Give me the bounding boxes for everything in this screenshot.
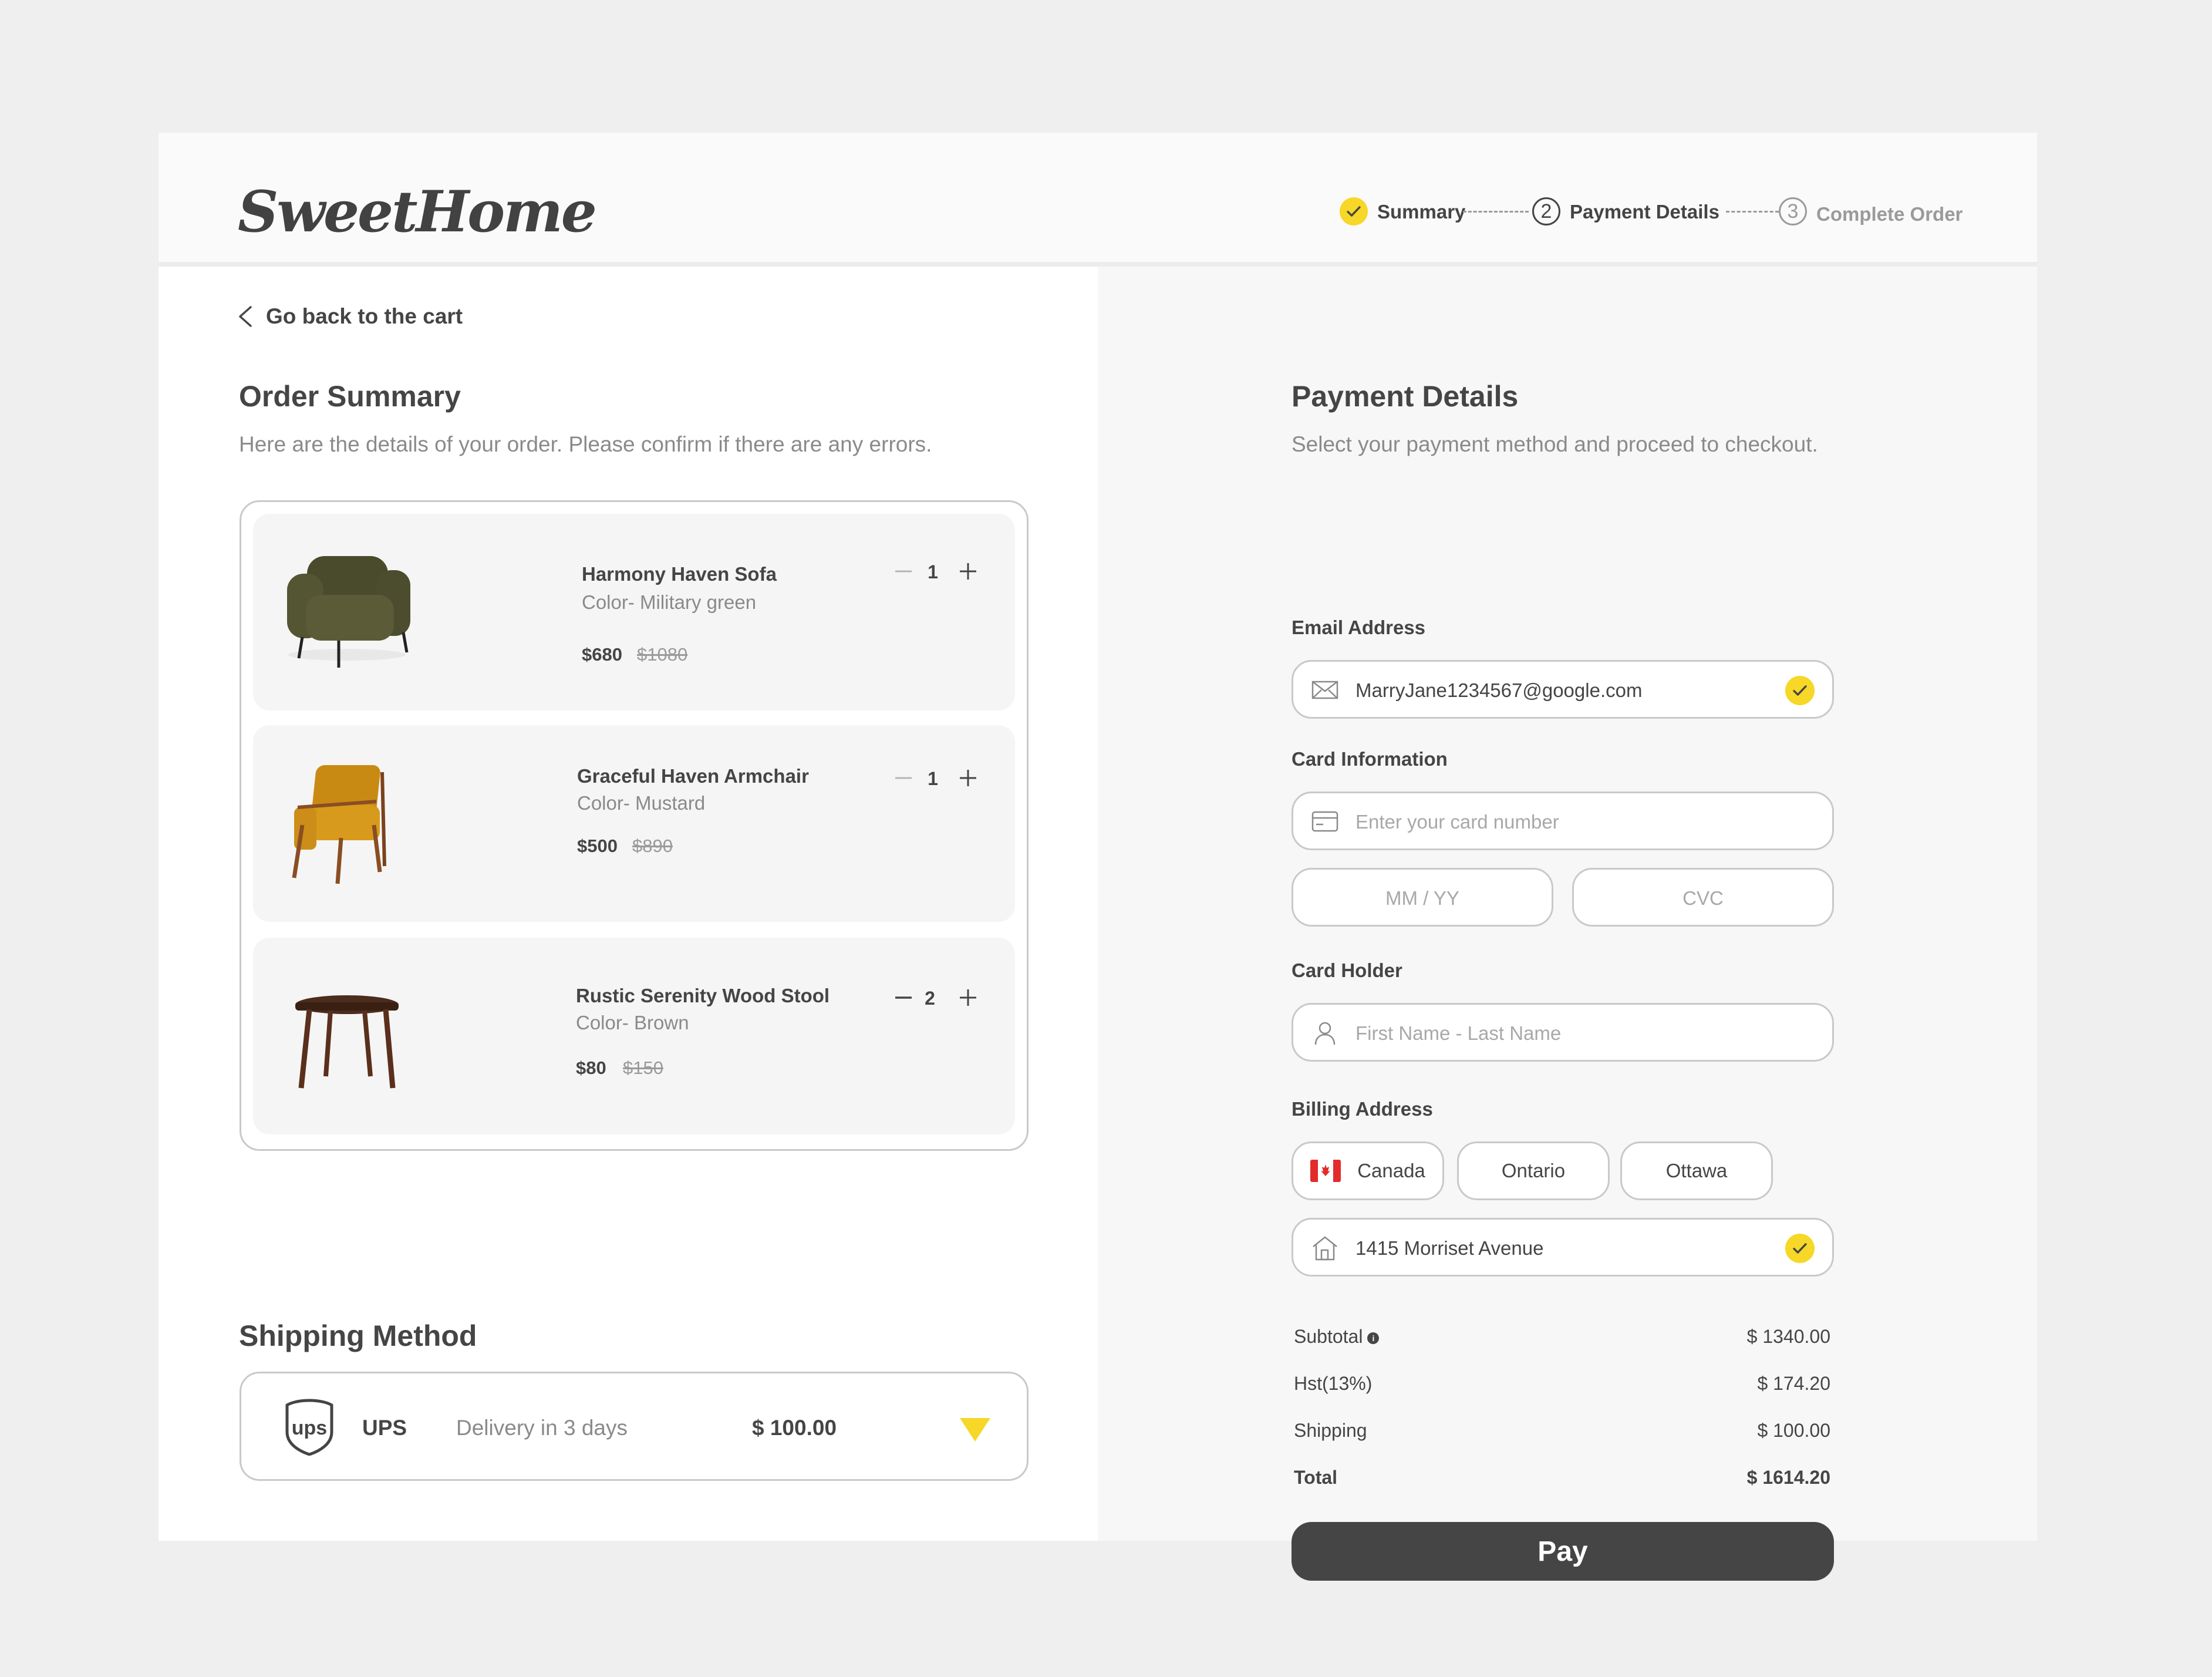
step-summary-check-icon: [1340, 197, 1368, 225]
back-to-cart-link[interactable]: Go back to the cart: [238, 304, 463, 329]
plus-icon[interactable]: [957, 987, 979, 1008]
item-color: Color- Military green: [582, 591, 757, 613]
check-icon: [1785, 676, 1815, 705]
item-price: $500: [577, 836, 618, 856]
payment-details-title: Payment Details: [1292, 380, 1519, 413]
step-complete-label[interactable]: Complete Order: [1816, 203, 1963, 225]
step-divider: [1726, 211, 1779, 213]
svg-text:ups: ups: [292, 1417, 327, 1439]
order-panel: Go back to the cart Order Summary Here a…: [159, 267, 1098, 1541]
payment-panel: Payment Details Select your payment meth…: [1098, 267, 2037, 1581]
subtotal-value: $ 1340.00: [1746, 1326, 1830, 1347]
order-items-list: Harmony Haven Sofa Color- Military green…: [240, 500, 1029, 1151]
item-name: Harmony Haven Sofa: [582, 563, 777, 585]
armchair-green-image: [287, 556, 410, 668]
checkout-window: SweetHome Summary 2 Payment Details 3 Co…: [159, 133, 2037, 1581]
email-label: Email Address: [1292, 617, 1426, 638]
card-number-placeholder: Enter your card number: [1355, 811, 1559, 833]
street-address-value: 1415 Morriset Avenue: [1355, 1237, 1544, 1259]
item-name: Rustic Serenity Wood Stool: [576, 985, 830, 1006]
back-label: Go back to the cart: [266, 304, 463, 328]
email-field[interactable]: MarryJane1234567@google.com: [1292, 660, 1834, 719]
card-holder-input[interactable]: First Name - Last Name: [1292, 1003, 1834, 1062]
step-payment-label[interactable]: Payment Details: [1570, 201, 1719, 223]
province-value: Ontario: [1501, 1160, 1566, 1181]
card-number-input[interactable]: Enter your card number: [1292, 792, 1834, 850]
carrier-name: UPS: [362, 1416, 407, 1440]
minus-icon[interactable]: [893, 767, 914, 789]
info-icon[interactable]: i: [1367, 1332, 1380, 1344]
email-value: MarryJane1234567@google.com: [1355, 679, 1643, 701]
shipping-method-select[interactable]: ups UPS Delivery in 3 days $ 100.00: [240, 1372, 1029, 1481]
city-value: Ottawa: [1665, 1160, 1728, 1181]
armchair-mustard-image: [292, 765, 386, 884]
item-quantity: 2: [925, 988, 935, 1009]
shipping-label: Shipping: [1294, 1420, 1367, 1441]
pay-button[interactable]: Pay: [1292, 1522, 1834, 1581]
payment-details-subtitle: Select your payment method and proceed t…: [1292, 432, 1818, 456]
order-item: Graceful Haven Armchair Color- Mustard $…: [253, 725, 1015, 922]
plus-icon[interactable]: [957, 767, 979, 789]
expiry-placeholder: MM / YY: [1385, 887, 1459, 909]
total-label: Total: [1294, 1467, 1338, 1488]
shipping-value: $ 100.00: [1757, 1420, 1830, 1441]
total-value: $ 1614.20: [1746, 1467, 1830, 1488]
ups-logo-icon: ups: [285, 1399, 333, 1456]
item-old-price: $1080: [637, 644, 688, 665]
order-summary-title: Order Summary: [239, 380, 461, 413]
country-select[interactable]: Canada: [1292, 1141, 1444, 1200]
caret-down-icon[interactable]: [959, 1417, 992, 1443]
mail-icon: [1311, 681, 1338, 699]
card-holder-label: Card Holder: [1292, 959, 1402, 981]
user-icon: [1314, 1022, 1336, 1045]
plus-icon[interactable]: [957, 561, 979, 582]
card-information-label: Card Information: [1292, 748, 1448, 770]
minus-icon[interactable]: [893, 987, 914, 1008]
order-item: Rustic Serenity Wood Stool Color- Brown …: [253, 938, 1015, 1134]
delivery-estimate: Delivery in 3 days: [456, 1416, 628, 1440]
billing-address-label: Billing Address: [1292, 1098, 1433, 1120]
subtotal-label: Subtotal: [1294, 1326, 1363, 1347]
country-value: Canada: [1357, 1160, 1425, 1181]
check-icon: [1785, 1234, 1815, 1263]
item-color: Color- Brown: [576, 1012, 689, 1033]
canada-flag-icon: [1310, 1160, 1341, 1182]
tax-value: $ 174.20: [1757, 1373, 1830, 1394]
house-icon: [1313, 1236, 1337, 1261]
step-payment-number: 2: [1532, 197, 1560, 225]
expiry-input[interactable]: MM / YY: [1292, 868, 1553, 927]
item-quantity: 1: [928, 561, 938, 582]
item-price: $680: [582, 644, 622, 665]
header: SweetHome Summary 2 Payment Details 3 Co…: [159, 133, 2037, 267]
tax-label: Hst(13%): [1294, 1373, 1373, 1394]
credit-card-icon: [1311, 811, 1338, 832]
city-select[interactable]: Ottawa: [1620, 1141, 1773, 1200]
item-old-price: $890: [632, 836, 673, 856]
step-complete-number: 3: [1779, 197, 1807, 225]
shipping-method-title: Shipping Method: [239, 1319, 477, 1352]
step-divider: [1463, 211, 1529, 213]
item-price: $80: [576, 1058, 606, 1078]
item-color: Color- Mustard: [577, 792, 706, 814]
item-quantity: 1: [928, 768, 938, 789]
step-summary-label[interactable]: Summary: [1377, 201, 1465, 223]
cvc-placeholder: CVC: [1682, 887, 1724, 909]
province-select[interactable]: Ontario: [1457, 1141, 1610, 1200]
cvc-input[interactable]: CVC: [1572, 868, 1834, 927]
checkout-stepper: Summary 2 Payment Details 3 Complete Ord…: [159, 197, 2037, 233]
wood-stool-image: [295, 995, 399, 1089]
order-summary-subtitle: Here are the details of your order. Plea…: [239, 432, 932, 456]
chevron-left-icon: [239, 306, 252, 327]
card-holder-placeholder: First Name - Last Name: [1355, 1022, 1562, 1044]
street-address-input[interactable]: 1415 Morriset Avenue: [1292, 1218, 1834, 1277]
minus-icon[interactable]: [893, 561, 914, 582]
shipping-cost: $ 100.00: [752, 1416, 837, 1440]
order-item: Harmony Haven Sofa Color- Military green…: [253, 514, 1015, 710]
item-name: Graceful Haven Armchair: [577, 765, 809, 787]
item-old-price: $150: [623, 1058, 663, 1078]
